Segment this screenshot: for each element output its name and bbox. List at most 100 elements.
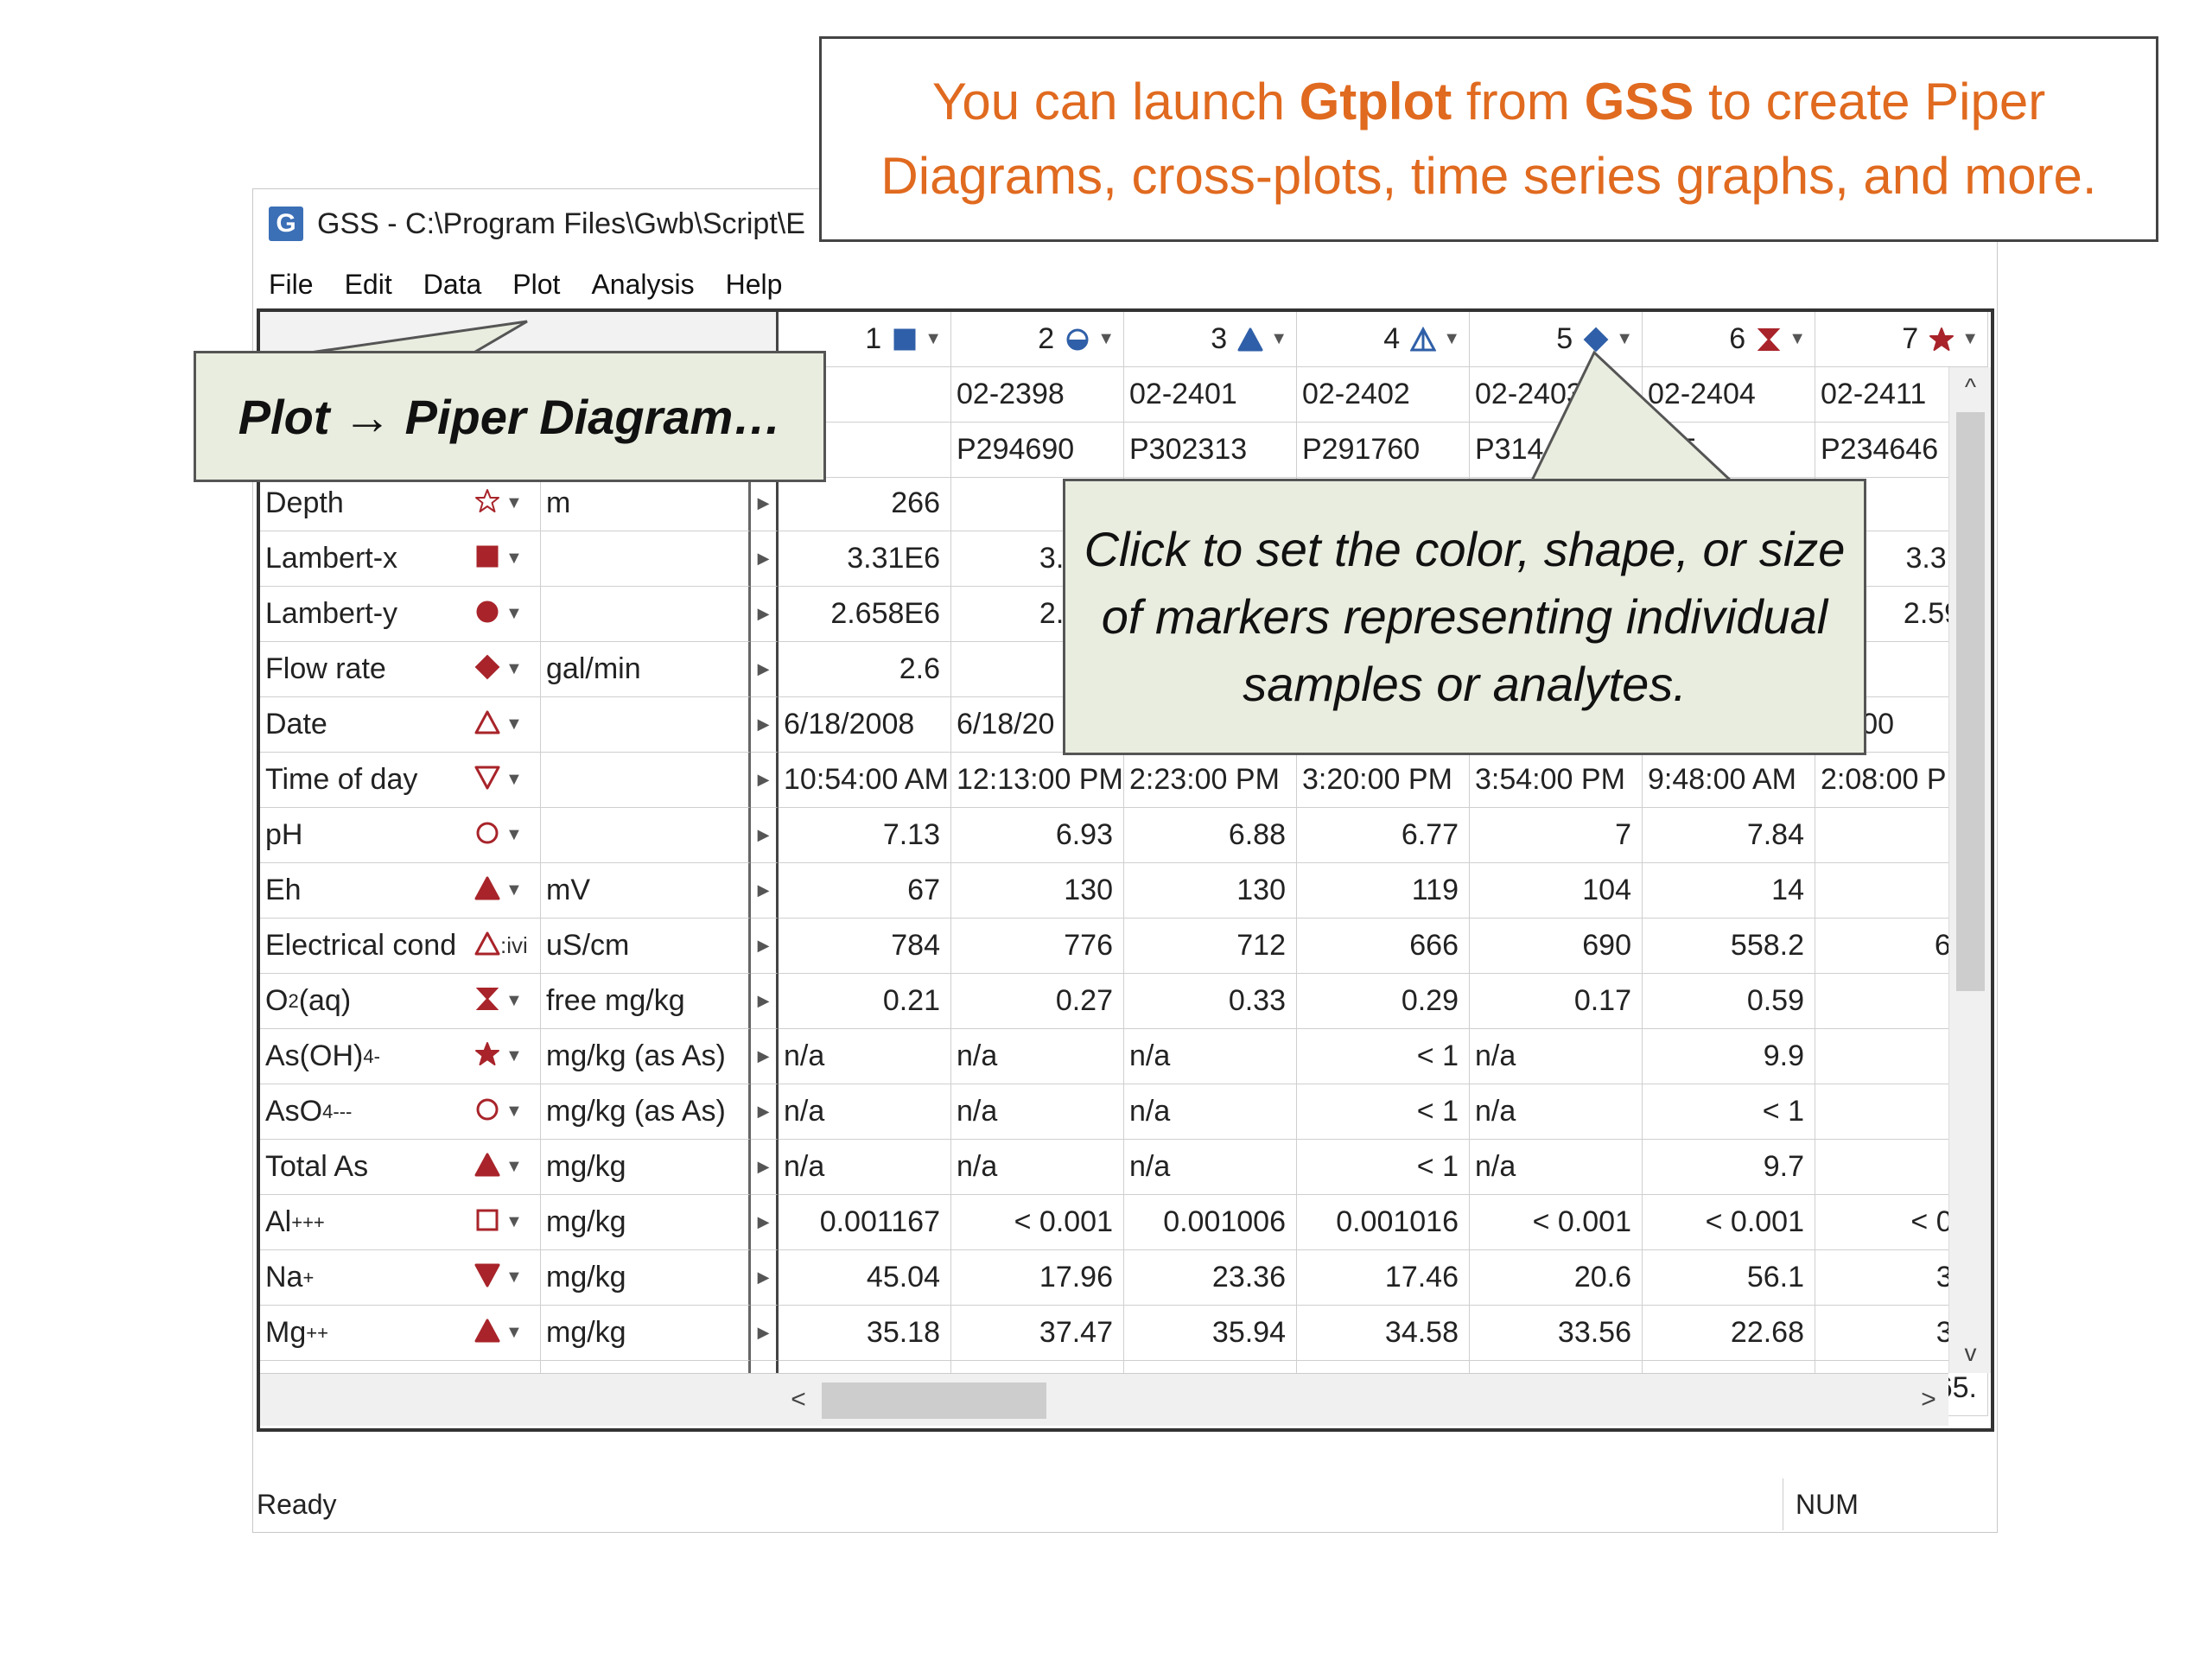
data-cell[interactable]: 34.58 — [1297, 1306, 1470, 1361]
data-cell[interactable]: 7.84 — [1643, 808, 1815, 863]
chevron-down-icon[interactable]: ▼ — [505, 493, 523, 513]
row-marker-selector[interactable]: ▼ — [471, 1306, 540, 1361]
chevron-down-icon[interactable]: ▼ — [505, 1102, 523, 1122]
chevron-down-icon[interactable]: ▼ — [505, 549, 523, 569]
chevron-down-icon[interactable]: ▼ — [505, 659, 523, 679]
data-cell[interactable]: 130 — [951, 863, 1124, 918]
row-unit[interactable]: m — [540, 476, 751, 531]
row-unit[interactable]: mg/kg — [540, 1195, 751, 1250]
data-cell[interactable]: 119 — [1297, 863, 1470, 918]
data-cell[interactable]: 104 — [1470, 863, 1643, 918]
chevron-down-icon[interactable]: ▼ — [1961, 329, 1979, 349]
row-marker-selector[interactable]: ▼ — [471, 808, 540, 863]
row-unit[interactable]: free mg/kg — [540, 974, 751, 1029]
hourglass-marker-icon[interactable] — [474, 986, 500, 1016]
menu-help[interactable]: Help — [710, 269, 798, 301]
column-header-2[interactable]: 2 ▼ — [951, 312, 1124, 367]
data-cell[interactable]: n/a — [1124, 1084, 1297, 1140]
row-marker-selector[interactable]: ▼ — [471, 1084, 540, 1140]
row-expand-arrow-icon[interactable]: ▶ — [751, 918, 779, 974]
row-expand-arrow-icon[interactable]: ▶ — [751, 1029, 779, 1084]
triangle-split-marker-icon[interactable] — [1408, 325, 1438, 354]
data-cell[interactable]: 7 — [1470, 808, 1643, 863]
data-cell[interactable]: 6/18/2008 — [779, 697, 951, 753]
data-cell[interactable]: n/a — [1470, 1140, 1643, 1195]
menu-plot[interactable]: Plot — [497, 269, 575, 301]
data-cell[interactable]: 0.27 — [951, 974, 1124, 1029]
data-cell[interactable]: < 1 — [1297, 1029, 1470, 1084]
scroll-left-arrow-icon[interactable]: < — [779, 1374, 818, 1426]
data-cell[interactable]: 23.36 — [1124, 1250, 1297, 1306]
row-expand-arrow-icon[interactable]: ▶ — [751, 753, 779, 808]
data-cell[interactable]: n/a — [1470, 1029, 1643, 1084]
row-marker-selector[interactable]: :ivi — [471, 918, 540, 974]
row-marker-selector[interactable]: ▼ — [471, 531, 540, 587]
data-cell[interactable]: 558.2 — [1643, 918, 1815, 974]
data-cell[interactable]: 0.001016 — [1297, 1195, 1470, 1250]
row-expand-arrow-icon[interactable]: ▶ — [751, 531, 779, 587]
data-cell[interactable]: 666 — [1297, 918, 1470, 974]
chevron-down-icon[interactable]: ▼ — [1789, 329, 1806, 349]
sample-code-cell[interactable]: 325 — [1643, 423, 1815, 478]
data-cell[interactable]: 2.6 — [779, 642, 951, 697]
row-label[interactable]: Flow rate — [260, 642, 471, 697]
row-marker-selector[interactable]: ▼ — [471, 863, 540, 918]
data-cell[interactable]: n/a — [951, 1140, 1124, 1195]
row-expand-arrow-icon[interactable]: ▶ — [751, 808, 779, 863]
scroll-right-arrow-icon[interactable]: > — [1909, 1374, 1948, 1426]
triangle-down-marker-icon[interactable] — [474, 1262, 500, 1293]
data-cell[interactable]: 0.33 — [1124, 974, 1297, 1029]
row-expand-arrow-icon[interactable]: ▶ — [751, 974, 779, 1029]
chevron-down-icon[interactable]: ▼ — [1270, 329, 1287, 349]
data-cell[interactable]: < 0.001 — [1470, 1195, 1643, 1250]
row-expand-arrow-icon[interactable]: ▶ — [751, 1140, 779, 1195]
data-cell[interactable]: 3:54:00 PM — [1470, 753, 1643, 808]
chevron-down-icon[interactable]: ▼ — [505, 1268, 523, 1287]
vertical-scroll-thumb[interactable] — [1956, 412, 1985, 991]
data-cell[interactable]: 712 — [1124, 918, 1297, 974]
row-label[interactable]: Electrical cond — [260, 918, 471, 974]
data-cell[interactable]: 0.21 — [779, 974, 951, 1029]
data-cell[interactable]: n/a — [1470, 1084, 1643, 1140]
chevron-down-icon[interactable]: ▼ — [505, 825, 523, 845]
row-label[interactable]: Na + — [260, 1250, 471, 1306]
row-unit[interactable]: mg/kg — [540, 1140, 751, 1195]
data-cell[interactable]: 0.001167 — [779, 1195, 951, 1250]
data-cell[interactable]: n/a — [951, 1084, 1124, 1140]
data-cell[interactable]: 12:13:00 PM — [951, 753, 1124, 808]
data-cell[interactable]: n/a — [779, 1029, 951, 1084]
row-marker-selector[interactable]: ▼ — [471, 753, 540, 808]
data-cell[interactable]: 20.6 — [1470, 1250, 1643, 1306]
row-marker-selector[interactable]: ▼ — [471, 974, 540, 1029]
horizontal-scrollbar[interactable]: < > — [779, 1373, 1948, 1426]
circle-marker-icon[interactable] — [474, 599, 500, 629]
column-header-6[interactable]: 6 ▼ — [1643, 312, 1815, 367]
menu-data[interactable]: Data — [408, 269, 498, 301]
data-cell[interactable]: 35.94 — [1124, 1306, 1297, 1361]
data-cell[interactable]: 10:54:00 AM — [779, 753, 951, 808]
row-label[interactable]: O 2 (aq) — [260, 974, 471, 1029]
row-unit[interactable] — [540, 753, 751, 808]
row-label[interactable]: Date — [260, 697, 471, 753]
row-label[interactable]: As(OH) 4- — [260, 1029, 471, 1084]
row-expand-arrow-icon[interactable]: ▶ — [751, 697, 779, 753]
chevron-down-icon[interactable]: ▼ — [505, 604, 523, 624]
data-cell[interactable]: 17.46 — [1297, 1250, 1470, 1306]
row-unit[interactable]: gal/min — [540, 642, 751, 697]
sample-id-cell[interactable]: 02-2398 — [951, 367, 1124, 423]
triangle-up-marker-icon[interactable] — [474, 709, 500, 740]
data-cell[interactable]: 56.1 — [1643, 1250, 1815, 1306]
data-cell[interactable]: < 1 — [1297, 1140, 1470, 1195]
column-header-5[interactable]: 5 ▼ — [1470, 312, 1643, 367]
row-unit[interactable] — [540, 808, 751, 863]
chevron-down-icon[interactable]: ▼ — [505, 1323, 523, 1343]
data-cell[interactable]: 690 — [1470, 918, 1643, 974]
data-cell[interactable]: 9.9 — [1643, 1029, 1815, 1084]
data-cell[interactable]: 6.77 — [1297, 808, 1470, 863]
row-unit[interactable]: mg/kg — [540, 1306, 751, 1361]
data-cell[interactable]: 0.59 — [1643, 974, 1815, 1029]
menu-file[interactable]: File — [253, 269, 329, 301]
row-marker-selector[interactable]: ▼ — [471, 697, 540, 753]
row-label[interactable]: AsO 4 --- — [260, 1084, 471, 1140]
row-unit[interactable] — [540, 531, 751, 587]
